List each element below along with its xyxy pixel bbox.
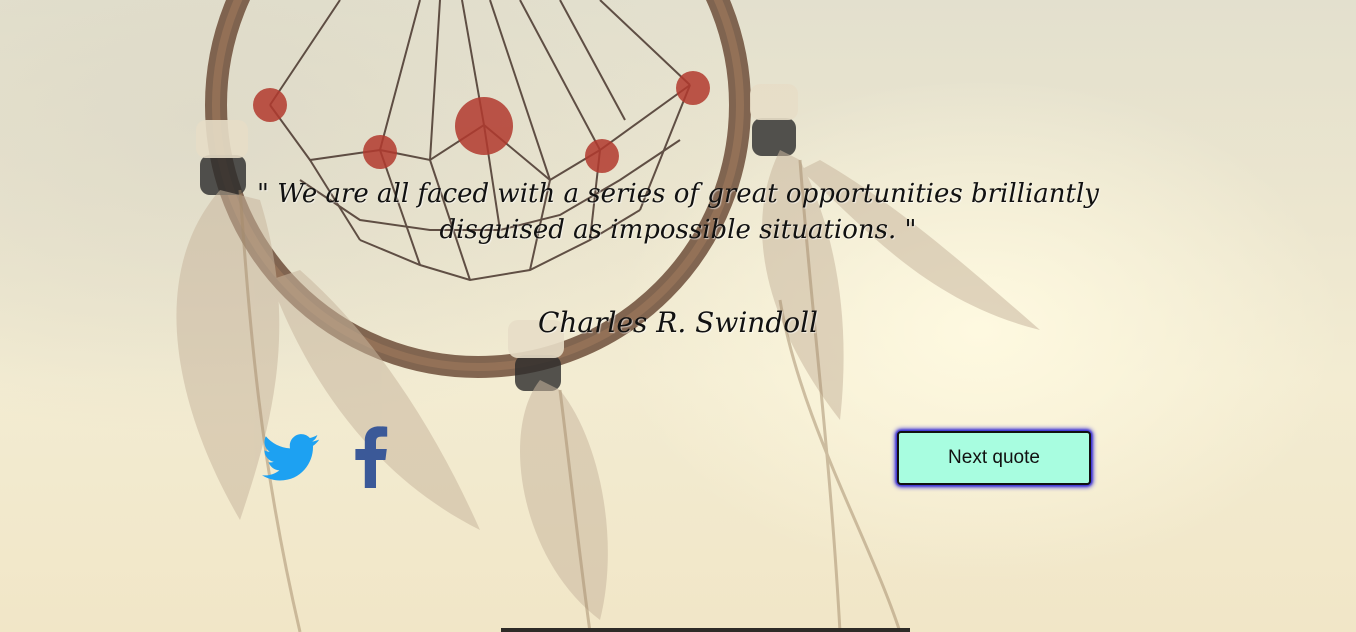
share-facebook-link[interactable] [354, 426, 388, 488]
quote-text: " We are all faced with a series of grea… [257, 179, 1099, 245]
next-quote-button[interactable]: Next quote [897, 431, 1091, 485]
twitter-bird-icon [262, 434, 320, 481]
bottom-scroll-bar [501, 628, 910, 632]
tweet-quote-link[interactable] [262, 433, 320, 483]
quote-author: Charles R. Swindoll [537, 306, 819, 339]
facebook-f-icon [355, 426, 388, 488]
